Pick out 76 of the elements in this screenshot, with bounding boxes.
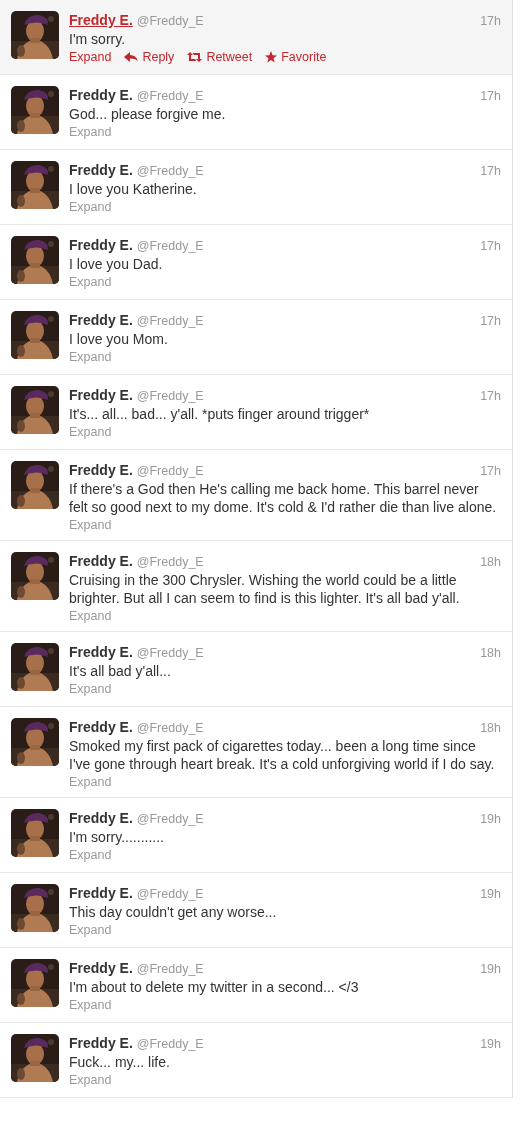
author-handle: @Freddy_E (136, 164, 204, 178)
author-handle: @Freddy_E (136, 555, 204, 569)
timestamp[interactable]: 17h (480, 89, 501, 103)
tweet-text: If there's a God then He's calling me back home. This barrel never felt so good next to my dome. It's cold & I'd rather die than live alone. (69, 480, 497, 516)
timestamp[interactable]: 19h (480, 1037, 501, 1051)
star-icon (265, 51, 278, 63)
timestamp[interactable]: 17h (480, 314, 501, 328)
retweet-icon (187, 52, 203, 62)
author-handle: @Freddy_E (136, 1037, 204, 1051)
timestamp[interactable]: 19h (480, 962, 501, 976)
tweet-text: Smoked my first pack of cigarettes today... been a long time since I've gone through heart break. It's a cold unforgiving world if I do say. (69, 737, 496, 773)
author-handle: @Freddy_E (136, 812, 204, 826)
author-handle: @Freddy_E (136, 89, 204, 103)
author-name[interactable]: Freddy E. (69, 12, 133, 28)
author-name[interactable]: Freddy E. (69, 462, 133, 478)
tweet-text: I'm sorry. (69, 30, 127, 48)
tweet-text: I love you Dad. (69, 255, 164, 273)
author-handle: @Freddy_E (136, 646, 204, 660)
tweet-text: Fuck... my... life. (69, 1053, 171, 1071)
tweet-row[interactable]: Freddy E. @Freddy_E 17h I'm sorry. Expand Reply Retweet Favorite (0, 0, 512, 75)
expand-link[interactable]: Expand (69, 275, 112, 289)
tweet-text: I love you Mom. (69, 330, 169, 348)
timestamp[interactable]: 18h (480, 646, 501, 660)
timestamp[interactable]: 18h (480, 721, 501, 735)
timestamp[interactable]: 17h (480, 464, 501, 478)
author-name[interactable]: Freddy E. (69, 162, 133, 178)
author-name[interactable]: Freddy E. (69, 87, 133, 103)
author-name[interactable]: Freddy E. (69, 719, 133, 735)
reply-link[interactable]: Reply (124, 50, 175, 64)
expand-link[interactable]: Expand (69, 200, 112, 214)
favorite-link[interactable]: Favorite (265, 50, 327, 64)
expand-link[interactable]: Expand (69, 350, 112, 364)
author-handle: @Freddy_E (136, 887, 204, 901)
tweet-text: I love you Katherine. (69, 180, 198, 198)
author-handle: @Freddy_E (136, 14, 204, 28)
tweet-text: It's... all... bad... y'all. *puts finger around trigger* (69, 405, 371, 423)
tweet-text: Cruising in the 300 Chrysler. Wishing the world could be a little brighter. But all I can seem to find is this lighter. It's all bad y'all. (69, 571, 461, 607)
expand-link[interactable]: Expand (69, 425, 112, 439)
author-name[interactable]: Freddy E. (69, 1035, 133, 1051)
tweet-text: I'm sorry........... (69, 828, 165, 846)
author-name[interactable]: Freddy E. (69, 885, 133, 901)
timestamp[interactable]: 17h (480, 389, 501, 403)
tweet-text: I'm about to delete my twitter in a second... </3 (69, 978, 360, 996)
tweet-text: This day couldn't get any worse... (69, 903, 278, 921)
author-handle: @Freddy_E (136, 239, 204, 253)
timestamp[interactable]: 19h (480, 887, 501, 901)
expand-link[interactable]: Expand (69, 848, 112, 862)
timestamp[interactable]: 17h (480, 164, 501, 178)
expand-link[interactable]: Expand (69, 775, 112, 789)
tweet-text: It's all bad y'all... (69, 662, 172, 680)
author-name[interactable]: Freddy E. (69, 237, 133, 253)
expand-link[interactable]: Expand (69, 998, 112, 1012)
author-handle: @Freddy_E (136, 389, 204, 403)
author-name[interactable]: Freddy E. (69, 553, 133, 569)
timestamp[interactable]: 18h (480, 555, 501, 569)
author-name[interactable]: Freddy E. (69, 810, 133, 826)
author-name[interactable]: Freddy E. (69, 312, 133, 328)
author-name[interactable]: Freddy E. (69, 387, 133, 403)
author-handle: @Freddy_E (136, 962, 204, 976)
retweet-link[interactable]: Retweet (187, 50, 253, 64)
timestamp[interactable]: 19h (480, 812, 501, 826)
expand-link[interactable]: Expand (69, 609, 112, 623)
timestamp[interactable]: 17h (480, 239, 501, 253)
expand-link[interactable]: Expand (69, 518, 112, 532)
author-handle: @Freddy_E (136, 464, 204, 478)
author-name[interactable]: Freddy E. (69, 644, 133, 660)
author-handle: @Freddy_E (136, 314, 204, 328)
expand-link[interactable]: Expand (69, 923, 112, 937)
expand-link[interactable]: Expand (69, 50, 112, 64)
expand-link[interactable]: Expand (69, 682, 112, 696)
reply-arrow-icon (124, 52, 139, 62)
expand-link[interactable]: Expand (69, 125, 112, 139)
tweet-text: God... please forgive me. (69, 105, 227, 123)
author-name[interactable]: Freddy E. (69, 960, 133, 976)
expand-link[interactable]: Expand (69, 1073, 112, 1087)
author-handle: @Freddy_E (136, 721, 204, 735)
